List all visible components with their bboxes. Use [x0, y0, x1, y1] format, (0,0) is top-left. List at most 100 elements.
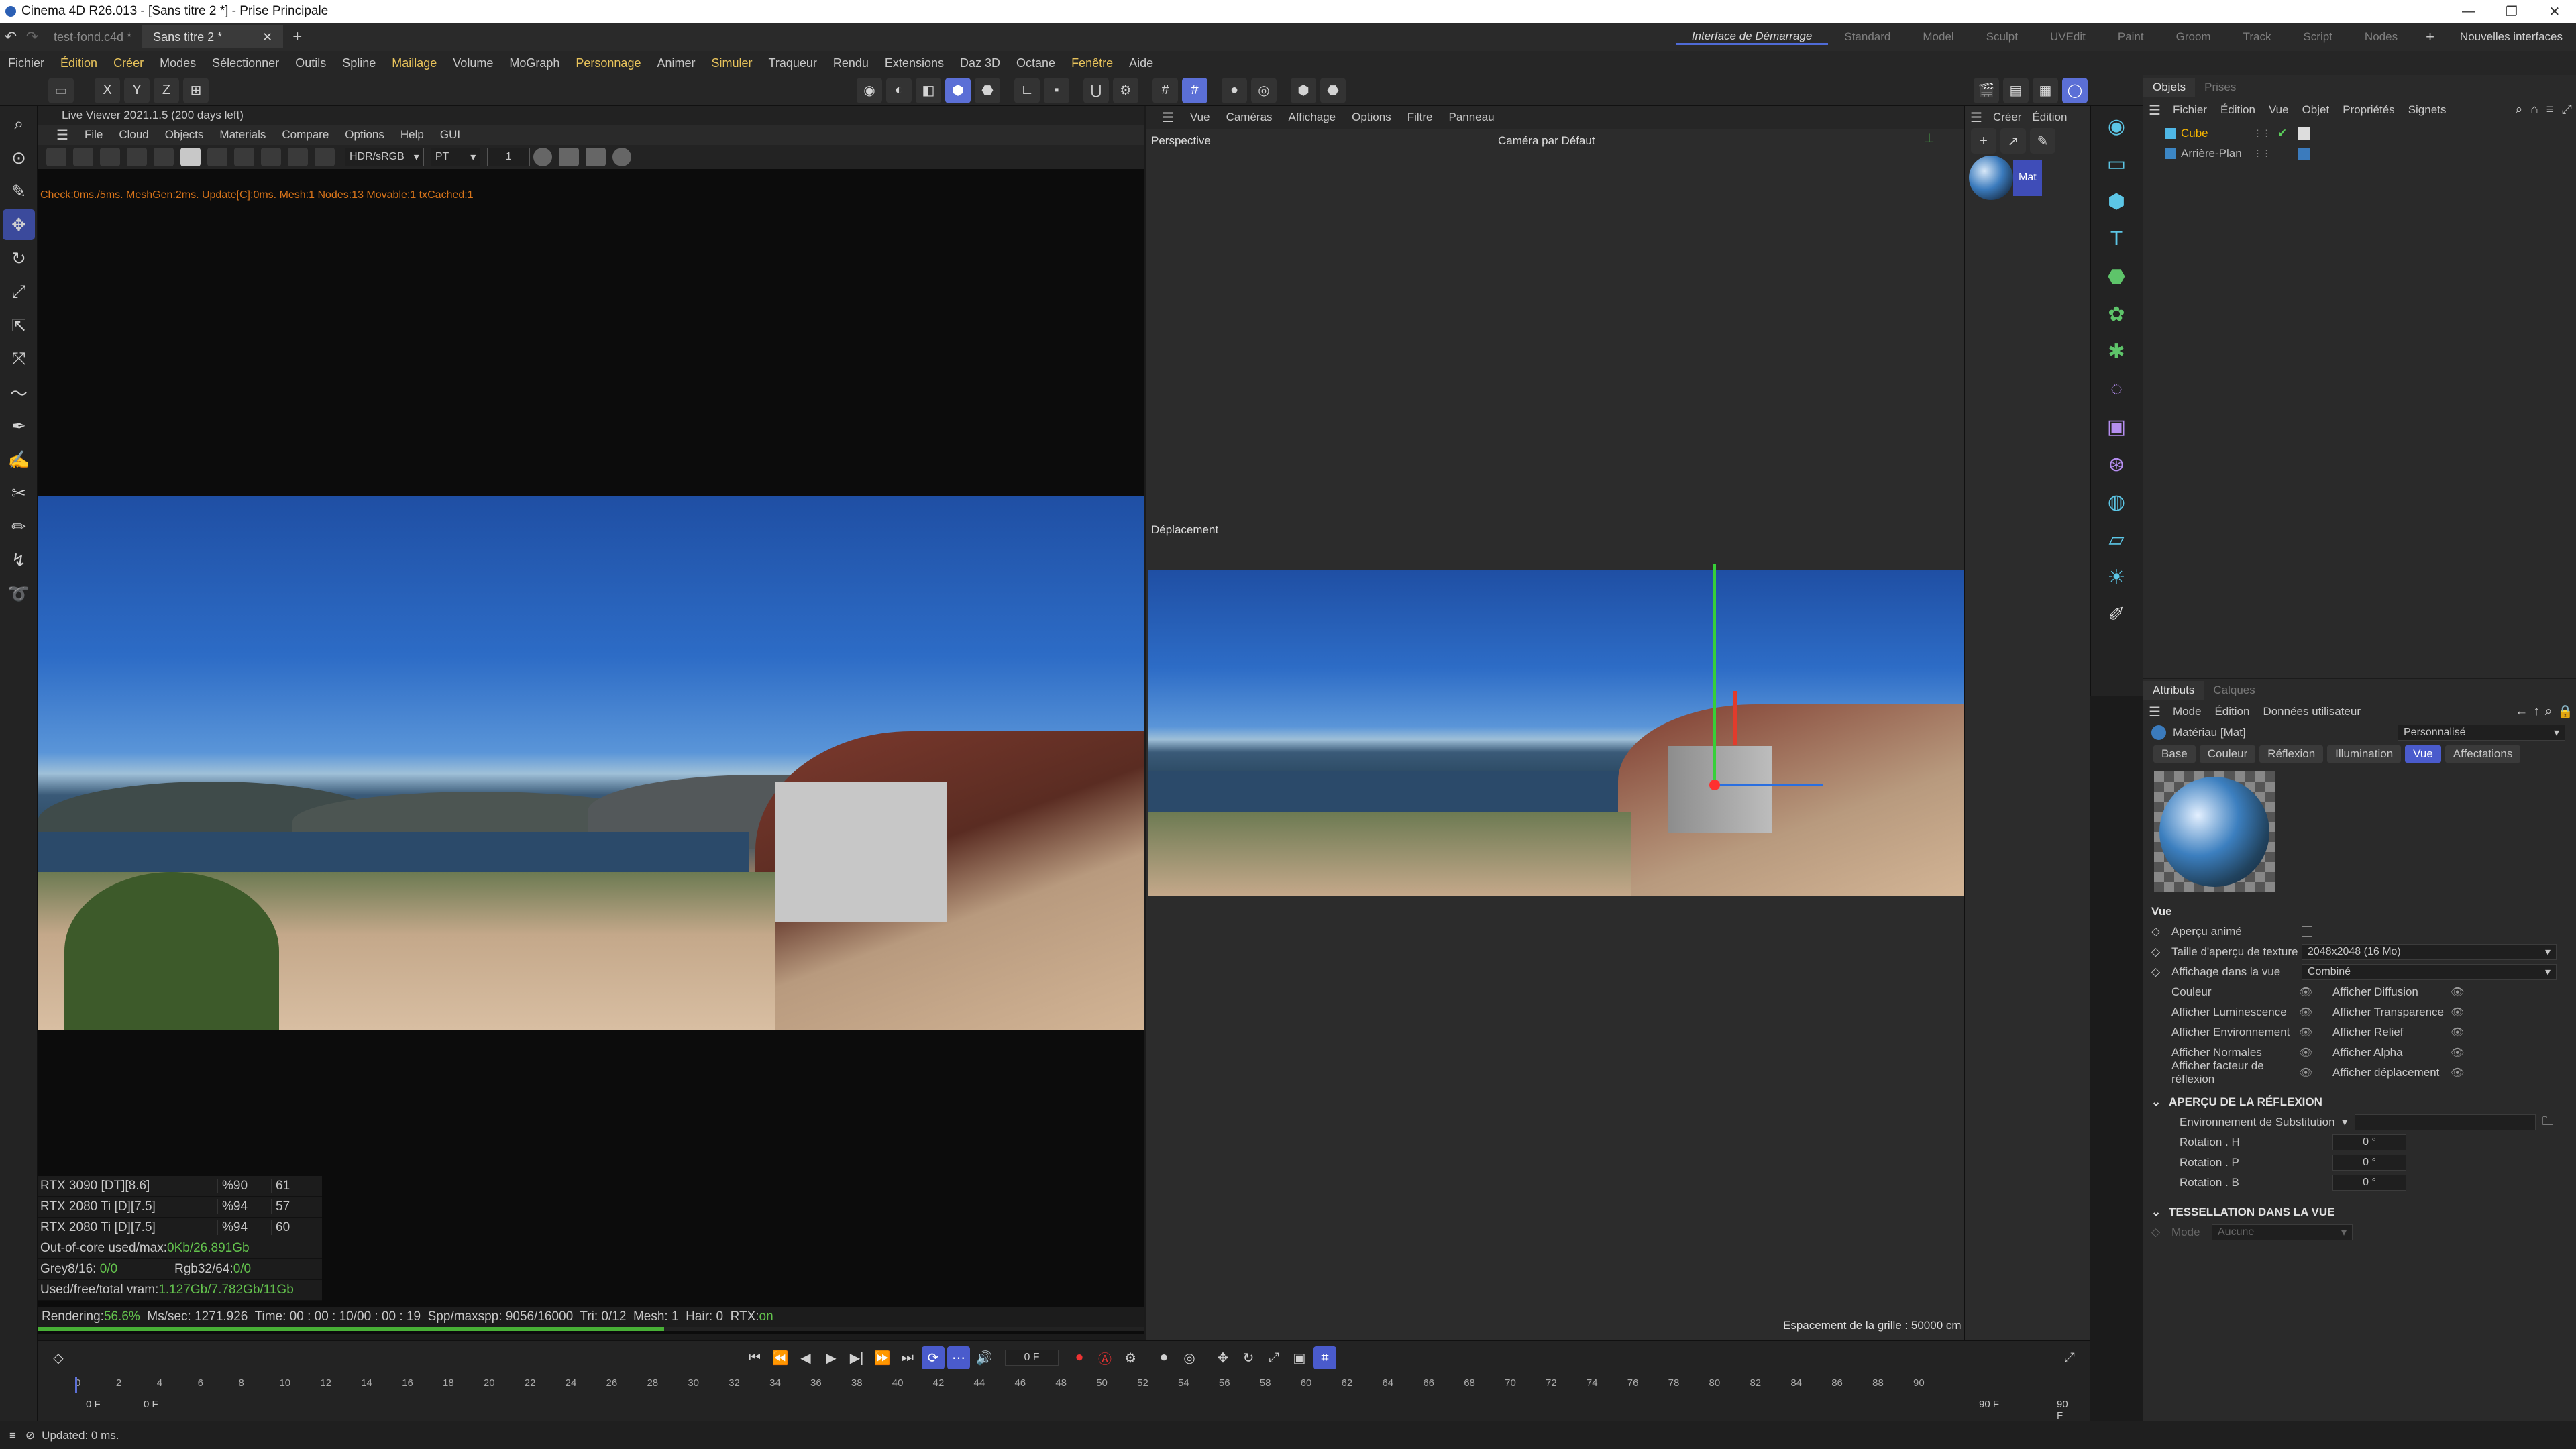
menu-2[interactable]: Créer	[105, 56, 152, 70]
obj-menu-4[interactable]: Propriétés	[2336, 103, 2401, 117]
axis-mode-icon[interactable]: ∟	[1014, 77, 1040, 103]
lock-icon[interactable]	[180, 148, 201, 166]
menu-16[interactable]: Daz 3D	[952, 56, 1008, 70]
material-preview-sphere[interactable]	[1969, 156, 2013, 200]
range-end-field-2[interactable]: 90 F	[2057, 1399, 2068, 1421]
picker-icon[interactable]: ✎	[2030, 128, 2055, 154]
layout-standard[interactable]: Standard	[1828, 30, 1907, 44]
add-tab-button[interactable]: +	[283, 28, 311, 46]
menu-12[interactable]: Simuler	[703, 56, 760, 70]
key-interp-icon[interactable]: ◎	[1178, 1346, 1201, 1369]
grid-snap-icon[interactable]: #	[1182, 77, 1208, 103]
menu-6[interactable]: Spline	[334, 56, 384, 70]
camera-label[interactable]: Caméra par Défaut	[1498, 134, 1595, 148]
coord-system-icon[interactable]: ⊞	[183, 77, 209, 103]
expand-icon[interactable]: ⤢	[2558, 103, 2576, 117]
timeline-ruler[interactable]: 0 2 4 6 8 10 12 14 16 18 20 22 24 26 28 30 32 34 36 38 40 42 4…	[55, 1377, 1927, 1393]
rotation-field[interactable]: 0 °	[2332, 1134, 2406, 1150]
paint-select-icon[interactable]: ✎	[3, 176, 35, 207]
picture-viewer-icon[interactable]: ▦	[2033, 77, 2058, 103]
floor-icon[interactable]: ▱	[2098, 522, 2135, 557]
kernel-select[interactable]: PT ▾	[430, 148, 481, 166]
subtab-2[interactable]: Réflexion	[2259, 745, 2324, 763]
tag-icon[interactable]	[2298, 148, 2310, 160]
preset-select[interactable]: Personnalisé ▾	[2398, 724, 2565, 741]
settings-icon[interactable]	[154, 148, 174, 166]
eye-icon[interactable]: 👁	[2299, 1046, 2332, 1059]
layout-track[interactable]: Track	[2227, 30, 2288, 44]
spline-pen-icon[interactable]: 〜	[3, 377, 35, 408]
new-layouts-button[interactable]: Nouvelles interfaces	[2447, 30, 2576, 44]
snap-icon[interactable]: #	[1152, 77, 1178, 103]
hamburger-icon[interactable]: ☰	[1154, 109, 1182, 126]
texture-size-select[interactable]: 2048x2048 (16 Mo) ▾	[2302, 944, 2557, 960]
object-row[interactable]: Arrière-Plan ⋮⋮	[2165, 144, 2576, 164]
lv-menu-file[interactable]: File	[76, 128, 111, 142]
octane-icon[interactable]: ◯	[2062, 77, 2088, 103]
viewport-display-select[interactable]: Combiné ▾	[2302, 964, 2557, 980]
menu-15[interactable]: Extensions	[877, 56, 952, 70]
menu-13[interactable]: Traqueur	[761, 56, 825, 70]
lv-menu-objects[interactable]: Objects	[157, 128, 212, 142]
text-icon[interactable]: T	[2098, 221, 2135, 256]
coordinate-tool-icon[interactable]: ⤧	[3, 343, 35, 374]
up-arrow-icon[interactable]: ↑	[2530, 704, 2542, 719]
render-region-icon[interactable]: ◎	[1251, 77, 1277, 103]
autokey-icon[interactable]: Ⓐ	[1093, 1346, 1116, 1369]
subtab-1[interactable]: Couleur	[2199, 745, 2256, 763]
object-name[interactable]: Cube	[2181, 127, 2253, 140]
preview-range-icon[interactable]: ⋯	[947, 1346, 970, 1369]
attr-menu-0[interactable]: Mode	[2166, 705, 2208, 718]
clapper-icon[interactable]: 🎬	[1974, 77, 1999, 103]
eye-icon[interactable]: 👁	[2299, 985, 2332, 999]
mat-menu-0[interactable]: Créer	[1988, 111, 2027, 124]
obj-menu-1[interactable]: Édition	[2214, 103, 2262, 117]
pick-material-icon[interactable]	[315, 148, 335, 166]
lv-menu-materials[interactable]: Materials	[211, 128, 274, 142]
region-icon[interactable]	[234, 148, 254, 166]
eye-icon[interactable]: 👁	[2451, 1026, 2464, 1039]
material-name[interactable]: Mat	[2013, 160, 2042, 196]
prev-frame-icon[interactable]: ◀	[794, 1346, 817, 1369]
light-icon[interactable]: ⊛	[2098, 447, 2135, 482]
lv-menu-cloud[interactable]: Cloud	[111, 128, 156, 142]
home-icon[interactable]: ⌂	[2526, 103, 2542, 117]
knife-tool-icon[interactable]: ✂	[3, 478, 35, 508]
rotation-value[interactable]: 0 °	[2363, 1177, 2376, 1189]
maximize-button[interactable]: ❐	[2490, 3, 2533, 20]
back-arrow-icon[interactable]: ←	[2512, 704, 2530, 719]
refresh-icon[interactable]	[73, 148, 93, 166]
edges-mode-icon[interactable]: ◐	[886, 77, 912, 103]
next-key-icon[interactable]: ⏩	[871, 1346, 894, 1369]
colorspace-select[interactable]: HDR/sRGB ▾	[345, 148, 424, 166]
polygons-mode-icon[interactable]: ◧	[916, 77, 941, 103]
go-start-icon[interactable]: ⏮	[743, 1346, 766, 1369]
key-scale-icon[interactable]: ⤢	[1263, 1346, 1285, 1369]
key-position-icon[interactable]: ✥	[1212, 1346, 1234, 1369]
cube-object[interactable]	[1668, 746, 1772, 833]
attr-menu-2[interactable]: Données utilisateur	[2256, 705, 2367, 718]
interactive-render-icon[interactable]: ⬢	[1291, 77, 1316, 103]
generator-icon[interactable]: ⬣	[2098, 259, 2135, 294]
key-pla-icon[interactable]: ⌗	[1313, 1346, 1336, 1369]
keyframe-sel-icon[interactable]: ⚙	[1119, 1346, 1142, 1369]
subtab-0[interactable]: Base	[2153, 745, 2196, 763]
loop-icon[interactable]: ⟳	[922, 1346, 945, 1369]
channel-icon-1[interactable]	[533, 148, 553, 166]
vp-menu-0[interactable]: Vue	[1182, 111, 1218, 124]
spline-sketch-icon[interactable]: ✒	[3, 411, 35, 441]
visibility-dots-icon[interactable]: ⋮⋮	[2253, 148, 2271, 159]
tag-icon[interactable]	[2298, 127, 2310, 140]
menu-10[interactable]: Personnage	[568, 56, 649, 70]
menu-9[interactable]: MoGraph	[501, 56, 568, 70]
channel-icon-3[interactable]	[612, 148, 632, 166]
redo-icon[interactable]: ↷	[21, 28, 43, 46]
search-icon[interactable]: ⌕	[2512, 103, 2527, 117]
obj-menu-0[interactable]: Fichier	[2166, 103, 2214, 117]
folder-icon[interactable]: 🗀	[2542, 1113, 2554, 1132]
render-view-icon[interactable]: ●	[1222, 77, 1247, 103]
live-select-icon[interactable]: ⊙	[3, 142, 35, 173]
menu-5[interactable]: Outils	[287, 56, 334, 70]
axis-x-button[interactable]: X	[95, 77, 120, 103]
camera-object-icon[interactable]: ▣	[2098, 409, 2135, 444]
